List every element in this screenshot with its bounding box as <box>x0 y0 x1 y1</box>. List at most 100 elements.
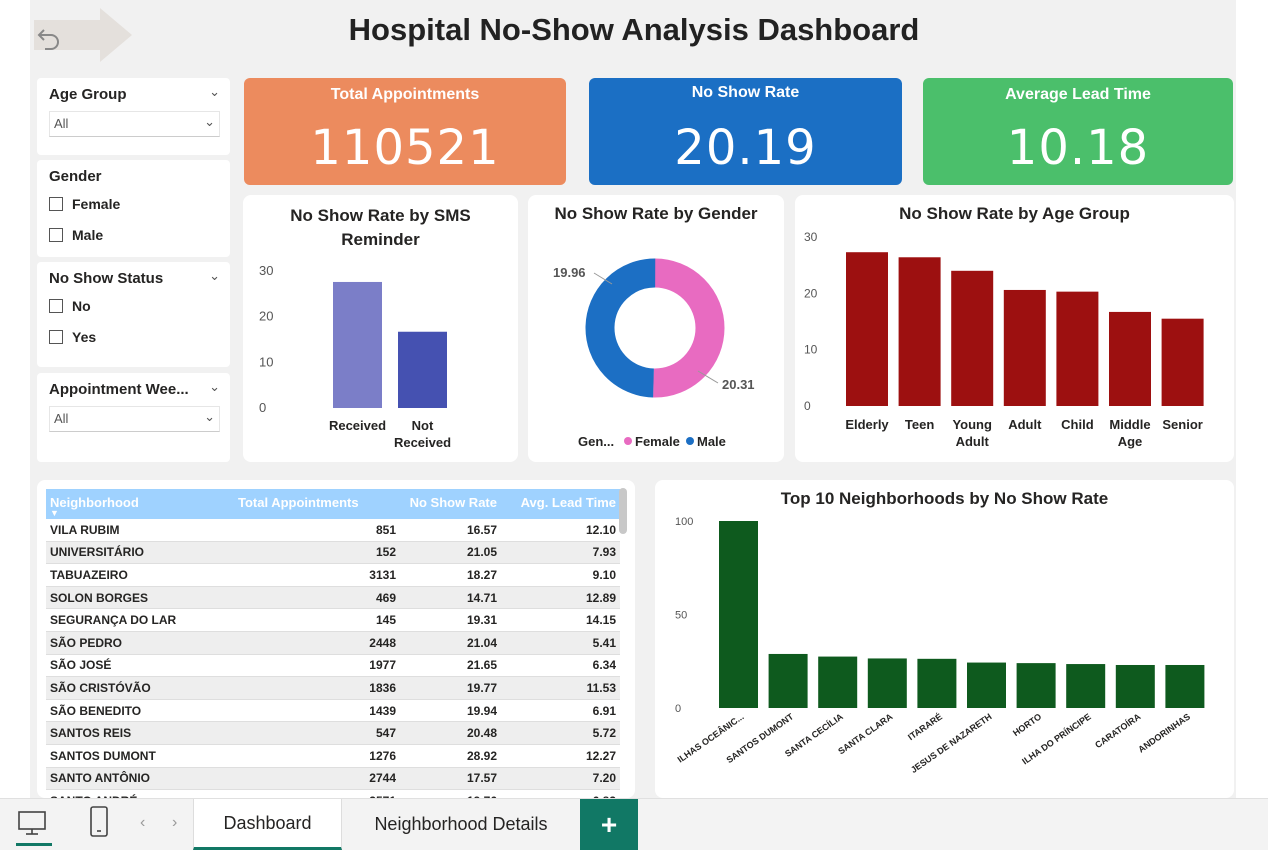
bar[interactable] <box>1115 664 1155 708</box>
kpi-total-appointments: Total Appointments 110521 <box>244 78 566 185</box>
gender-option-female[interactable]: Female <box>49 196 120 212</box>
chevron-down-icon[interactable]: ⌄ <box>209 84 220 100</box>
table-row[interactable]: SÃO JOSÉ 1977 21.65 6.34 <box>46 654 620 678</box>
gender-chart-card[interactable]: No Show Rate by Gender 20.31 19.96 Gen... F… <box>528 195 784 462</box>
bar[interactable] <box>333 281 382 408</box>
bar[interactable] <box>951 270 994 406</box>
table-row[interactable]: UNIVERSITÁRIO 152 21.05 7.93 <box>46 541 620 565</box>
table-cell: 547 <box>234 721 400 745</box>
bar[interactable] <box>1016 663 1056 708</box>
appointment-week-slicer[interactable]: Appointment Wee... ⌄ All ⌄ <box>37 373 230 462</box>
y-tick-label: 10 <box>804 343 818 357</box>
page-title: Hospital No-Show Analysis Dashboard <box>348 12 920 47</box>
bar[interactable] <box>1066 664 1106 708</box>
table-cell: 19.77 <box>400 676 501 700</box>
legend-marker <box>686 437 694 445</box>
table-cell: SÃO JOSÉ <box>46 654 234 678</box>
bar[interactable] <box>1161 318 1204 406</box>
x-tick-label: Received <box>394 435 451 450</box>
no-show-status-slicer[interactable]: No Show Status ⌄ No Yes <box>37 262 230 367</box>
column-header-neighborhood[interactable]: Neighborhood ▼ <box>46 489 234 519</box>
table-cell: 12.27 <box>501 744 620 768</box>
bar[interactable] <box>768 653 808 708</box>
tab-neighborhood-details[interactable]: Neighborhood Details <box>342 799 580 850</box>
bar[interactable] <box>867 658 907 708</box>
checkbox[interactable] <box>49 330 63 344</box>
age-group-bar-chart: 30 20 10 0 Elderly Teen Young Adult Adult Child Mi… <box>804 230 1204 449</box>
column-header-total-appointments[interactable]: Total Appointments <box>234 489 400 519</box>
bar[interactable] <box>917 658 957 708</box>
bar[interactable] <box>1109 311 1151 406</box>
table-row[interactable]: SANTOS DUMONT 1276 28.92 12.27 <box>46 744 620 768</box>
appointment-week-dropdown[interactable]: All ⌄ <box>49 406 220 432</box>
desktop-icon[interactable] <box>14 803 54 843</box>
table-cell: 2571 <box>234 789 400 798</box>
table-cell: 19.31 <box>400 608 501 632</box>
tab-dashboard[interactable]: Dashboard <box>193 799 342 850</box>
table-cell: SÃO PEDRO <box>46 631 234 655</box>
sms-reminder-chart: 30 20 10 0 Received Not Received <box>259 263 451 450</box>
bar[interactable] <box>1165 664 1205 708</box>
legend-title: Gen... <box>578 434 614 449</box>
column-header-no-show-rate[interactable]: No Show Rate <box>400 489 501 519</box>
phone-icon[interactable] <box>88 805 112 841</box>
bar[interactable] <box>818 656 858 708</box>
table-cell: 1276 <box>234 744 400 768</box>
legend-label[interactable]: Male <box>697 434 726 449</box>
table-cell: 145 <box>234 608 400 632</box>
x-tick-label: Elderly <box>845 417 889 432</box>
column-header-avg-lead-time[interactable]: Avg. Lead Time <box>501 489 620 519</box>
bar[interactable] <box>719 521 758 708</box>
bar[interactable] <box>398 331 447 408</box>
chevron-down-icon[interactable]: ⌄ <box>209 379 220 395</box>
chevron-left-icon[interactable]: ‹ <box>140 814 145 832</box>
table-cell: 14.71 <box>400 586 501 610</box>
table-row[interactable]: SANTOS REIS 547 20.48 5.72 <box>46 721 620 745</box>
table-row[interactable]: SÃO BENEDITO 1439 19.94 6.91 <box>46 699 620 723</box>
neighborhood-table: Neighborhood ▼ Total Appointments No Show… <box>46 489 620 798</box>
neighborhood-table-card[interactable]: Neighborhood ▼ Total Appointments No Show… <box>37 480 635 798</box>
table-row[interactable]: SÃO CRISTÓVÃO 1836 19.77 11.53 <box>46 676 620 700</box>
age-group-slicer[interactable]: Age Group ⌄ All ⌄ <box>37 78 230 155</box>
table-cell: TABUAZEIRO <box>46 563 234 587</box>
age-group-dropdown[interactable]: All ⌄ <box>49 111 220 137</box>
gender-slicer[interactable]: Gender Female Male <box>37 160 230 257</box>
table-row[interactable]: SÃO PEDRO 2448 21.04 5.41 <box>46 631 620 655</box>
no-show-option-yes[interactable]: Yes <box>49 329 96 345</box>
table-cell: SANTOS REIS <box>46 721 234 745</box>
top-neighborhoods-chart-card[interactable]: Top 10 Neighborhoods by No Show Rate 100… <box>655 480 1234 798</box>
table-row[interactable]: SANTO ANTÔNIO 2744 17.57 7.20 <box>46 767 620 791</box>
bar[interactable] <box>1056 291 1099 406</box>
age-group-chart-card[interactable]: No Show Rate by Age Group 30 20 10 0 Elderly… <box>795 195 1234 462</box>
checkbox[interactable] <box>49 197 63 211</box>
checkbox[interactable] <box>49 228 63 242</box>
add-page-button[interactable]: + <box>580 799 638 850</box>
table-row[interactable]: VILA RUBIM 851 16.57 12.10 <box>46 519 620 542</box>
table-cell: 469 <box>234 586 400 610</box>
table-cell: 17.57 <box>400 767 501 791</box>
table-row[interactable]: SOLON BORGES 469 14.71 12.89 <box>46 586 620 610</box>
chevron-right-icon[interactable]: › <box>172 814 177 832</box>
sort-down-icon[interactable]: ▼ <box>50 509 230 518</box>
bar[interactable] <box>846 252 888 406</box>
table-scrollbar[interactable] <box>619 488 627 534</box>
gender-option-male[interactable]: Male <box>49 227 103 243</box>
legend-marker <box>624 437 632 445</box>
table-row[interactable]: TABUAZEIRO 3131 18.27 9.10 <box>46 563 620 587</box>
bar[interactable] <box>898 257 941 406</box>
kpi-value: 110521 <box>310 120 500 176</box>
table-row[interactable]: SANTO ANDRÉ257119.766.83 <box>46 789 620 798</box>
kpi-average-lead-time: Average Lead Time 10.18 <box>923 78 1233 185</box>
table-cell: 12.10 <box>501 519 620 542</box>
gender-option-label: Female <box>72 196 121 212</box>
table-cell: SANTOS DUMONT <box>46 744 234 768</box>
x-tick-label: Received <box>329 418 386 433</box>
table-row[interactable]: SEGURANÇA DO LAR 145 19.31 14.15 <box>46 608 620 632</box>
bar[interactable] <box>967 662 1006 708</box>
sms-reminder-chart-card[interactable]: No Show Rate by SMS Reminder 30 20 10 0 Rece… <box>243 195 518 462</box>
checkbox[interactable] <box>49 299 63 313</box>
legend-label[interactable]: Female <box>635 434 680 449</box>
bar[interactable] <box>1003 289 1046 406</box>
no-show-option-no[interactable]: No <box>49 298 91 314</box>
chevron-down-icon[interactable]: ⌄ <box>209 268 220 284</box>
